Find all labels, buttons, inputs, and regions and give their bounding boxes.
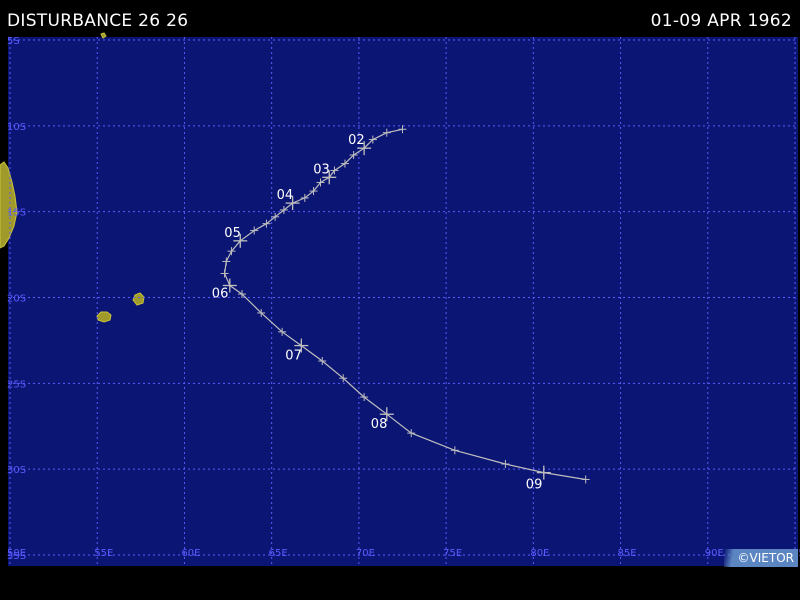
lon-tick-label: 60E: [181, 548, 200, 559]
lat-tick-label: 30S: [7, 465, 26, 476]
storm-title: DISTURBANCE 26 26: [7, 11, 189, 31]
lat-tick-label: 35S: [7, 551, 26, 562]
date-range: 01-09 APR 1962: [650, 11, 792, 31]
lon-tick-label: 75E: [443, 548, 462, 559]
day-label: 05: [224, 226, 241, 241]
track-map: 50E55E60E65E70E75E80E85E90E95E5S10S15S20…: [0, 32, 800, 566]
lon-tick-label: 65E: [269, 548, 288, 559]
day-label: 06: [212, 287, 229, 302]
lat-tick-label: 20S: [7, 294, 26, 305]
lon-tick-label: 80E: [530, 548, 549, 559]
day-label: 02: [348, 133, 365, 148]
ocean-background: [8, 37, 798, 566]
lat-tick-label: 10S: [7, 122, 26, 133]
day-label: 09: [526, 478, 543, 493]
lon-tick-label: 90E: [705, 548, 724, 559]
lon-tick-label: 55E: [94, 548, 113, 559]
lat-tick-label: 5S: [7, 36, 20, 47]
reunion-island: [96, 311, 112, 323]
day-label: 04: [277, 188, 294, 203]
copyright-badge: ©VIETOR: [723, 549, 798, 567]
day-label: 08: [371, 417, 388, 432]
lat-tick-label: 25S: [7, 379, 26, 390]
day-label: 07: [285, 349, 302, 364]
lon-tick-label: 70E: [356, 548, 375, 559]
lat-tick-label: 15S: [7, 208, 26, 219]
day-label: 03: [313, 162, 330, 177]
lon-tick-label: 85E: [618, 548, 637, 559]
